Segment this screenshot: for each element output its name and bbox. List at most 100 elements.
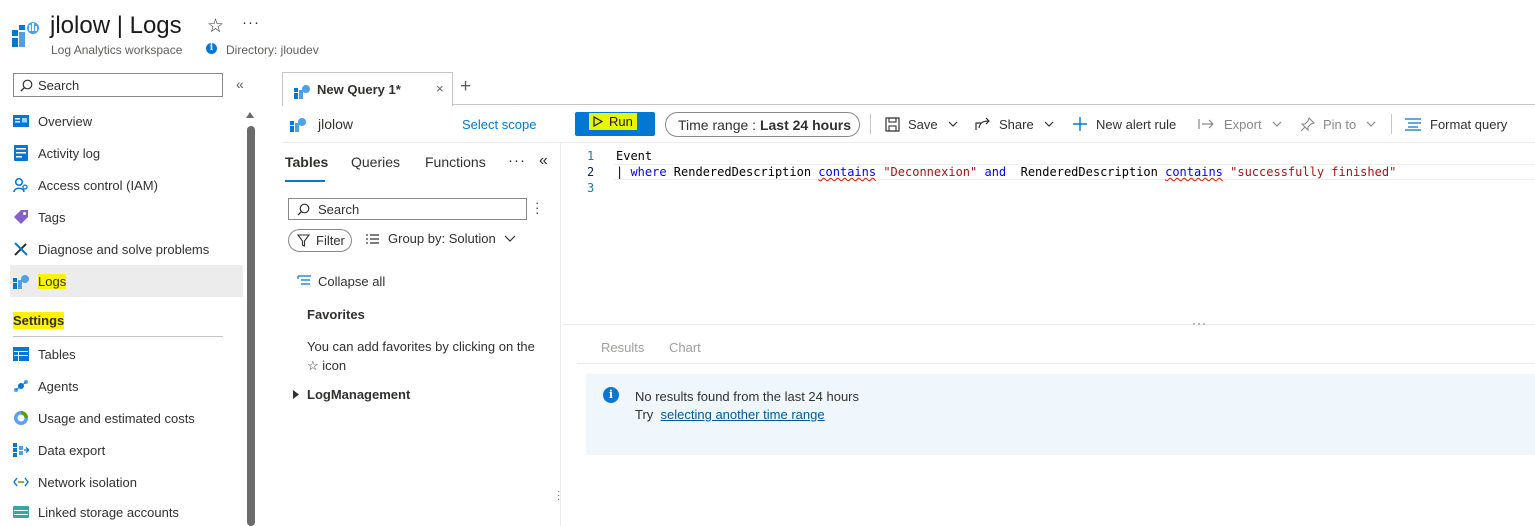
- toolbar-separator: [1391, 114, 1392, 134]
- new-alert-rule-button[interactable]: New alert rule: [1072, 114, 1176, 134]
- toolbar-divider: [282, 142, 1535, 143]
- settings-section-header: Settings: [13, 312, 65, 329]
- results-tab-divider: [577, 363, 1535, 364]
- tab-chart[interactable]: Chart: [669, 340, 701, 355]
- filter-icon: [297, 234, 310, 247]
- chevron-down-icon: [1272, 121, 1282, 127]
- code-line-1: Event: [616, 149, 653, 163]
- logs-icon: [294, 83, 310, 99]
- list-icon: [366, 233, 380, 245]
- wrench-icon: [12, 240, 30, 258]
- nav-scrollbar-thumb[interactable]: [247, 126, 255, 526]
- share-icon: [975, 117, 991, 131]
- search-icon: [297, 203, 310, 216]
- save-icon: [885, 116, 900, 132]
- tab-queries[interactable]: Queries: [351, 154, 400, 170]
- tab-functions[interactable]: Functions: [425, 154, 486, 170]
- info-icon: i: [206, 43, 217, 54]
- nav-item-linked-storage[interactable]: Linked storage accounts: [10, 498, 243, 526]
- overview-icon: [12, 112, 30, 130]
- collapse-all-icon: [297, 275, 312, 288]
- table-icon: [12, 345, 30, 363]
- logs-workspace-icon: [12, 18, 40, 48]
- editor-results-splitter[interactable]: [562, 324, 1535, 325]
- add-tab-button[interactable]: +: [460, 76, 471, 98]
- nav-search-placeholder: Search: [38, 78, 80, 93]
- nav-item-network-isolation[interactable]: Network isolation: [10, 466, 243, 498]
- tag-icon: [12, 208, 30, 226]
- filter-button[interactable]: Filter: [288, 229, 352, 252]
- more-tabs-icon[interactable]: ···: [508, 152, 526, 169]
- run-button[interactable]: Run: [575, 112, 655, 136]
- vertical-more-icon[interactable]: · · ·: [535, 196, 539, 219]
- nav-item-access-control[interactable]: Access control (IAM): [10, 169, 243, 201]
- favorites-help-text: You can add favorites by clicking on the…: [307, 339, 535, 373]
- collapse-nav-icon[interactable]: «: [236, 76, 244, 92]
- scope-logs-icon: [290, 116, 306, 132]
- nav-item-overview[interactable]: Overview: [10, 105, 243, 137]
- nav-item-usage[interactable]: Usage and estimated costs: [10, 402, 243, 434]
- scope-name: jlolow: [318, 116, 354, 132]
- pane-resize-handle[interactable]: · · ·: [557, 487, 560, 505]
- nav-item-activity-log[interactable]: Activity log: [10, 137, 243, 169]
- pin-to-button[interactable]: Pin to: [1300, 114, 1376, 134]
- chevron-down-icon: [504, 235, 516, 242]
- agents-icon: [12, 377, 30, 395]
- no-results-suggestion: Try selecting another time range: [635, 407, 825, 422]
- scroll-up-arrow-icon[interactable]: [246, 112, 254, 118]
- nav-item-data-export[interactable]: Data export: [10, 434, 243, 466]
- select-time-range-link[interactable]: selecting another time range: [661, 407, 825, 422]
- query-tab[interactable]: New Query 1* ×: [282, 72, 453, 106]
- resource-type-label: Log Analytics workspace: [51, 43, 183, 57]
- group-by-dropdown[interactable]: Group by: Solution: [366, 231, 516, 246]
- tab-tables[interactable]: Tables: [285, 154, 328, 170]
- page-title: jlolow | Logs: [50, 12, 182, 39]
- query-editor[interactable]: 1 2 3 Event | where RenderedDescription …: [562, 144, 1535, 324]
- query-tab-label: New Query 1*: [317, 82, 401, 97]
- collapse-pane-icon[interactable]: «: [539, 152, 548, 170]
- tab-strip-divider: [282, 104, 1535, 105]
- export-icon: [12, 441, 30, 459]
- select-scope-link[interactable]: Select scope: [462, 117, 536, 132]
- more-options-icon[interactable]: ···: [242, 14, 260, 31]
- collapse-all-button[interactable]: Collapse all: [297, 274, 385, 289]
- export-arrow-icon: [1198, 118, 1214, 130]
- chevron-down-icon: [948, 121, 958, 127]
- time-range-button[interactable]: Time range : Last 24 hours: [665, 112, 860, 137]
- favorite-star-icon[interactable]: ☆: [207, 15, 224, 38]
- nav-item-agents[interactable]: Agents: [10, 370, 243, 402]
- info-icon: i: [603, 387, 619, 403]
- close-tab-icon[interactable]: ×: [436, 81, 444, 96]
- toolbar-separator: [870, 114, 871, 134]
- log-management-node[interactable]: LogManagement: [293, 387, 410, 402]
- chevron-down-icon: [1366, 121, 1376, 127]
- favorites-title: Favorites: [307, 307, 365, 322]
- nav-item-tags[interactable]: Tags: [10, 201, 243, 233]
- pane-divider: [560, 143, 561, 526]
- no-results-message: i No results found from the last 24 hour…: [586, 374, 1535, 455]
- pin-icon: [1300, 116, 1315, 132]
- nav-item-diagnose[interactable]: Diagnose and solve problems: [10, 233, 243, 265]
- settings-divider: [13, 336, 223, 337]
- directory-label: Directory: jloudev: [226, 43, 319, 57]
- splitter-handle-icon[interactable]: ···: [1192, 316, 1207, 330]
- line-number: 2: [587, 165, 595, 179]
- tab-results[interactable]: Results: [601, 340, 644, 355]
- selected-tab-indicator: [285, 180, 325, 182]
- schema-search-placeholder: Search: [318, 202, 360, 217]
- plus-icon: [1072, 116, 1088, 132]
- export-button[interactable]: Export: [1198, 114, 1282, 134]
- nav-item-tables[interactable]: Tables: [10, 338, 243, 370]
- format-query-button[interactable]: Format query: [1404, 114, 1507, 134]
- chevron-down-icon: [1044, 121, 1054, 127]
- logs-icon: [12, 272, 30, 290]
- nav-item-logs[interactable]: Logs: [10, 265, 243, 297]
- network-icon: [12, 473, 30, 491]
- nav-search-input[interactable]: Search: [13, 73, 223, 97]
- save-button[interactable]: Save: [885, 114, 958, 134]
- share-button[interactable]: Share: [975, 114, 1054, 134]
- line-number: 1: [587, 149, 595, 163]
- schema-search-input[interactable]: Search: [288, 198, 527, 220]
- code-line-2: | where RenderedDescription contains "De…: [616, 165, 1397, 179]
- iam-icon: [12, 176, 30, 194]
